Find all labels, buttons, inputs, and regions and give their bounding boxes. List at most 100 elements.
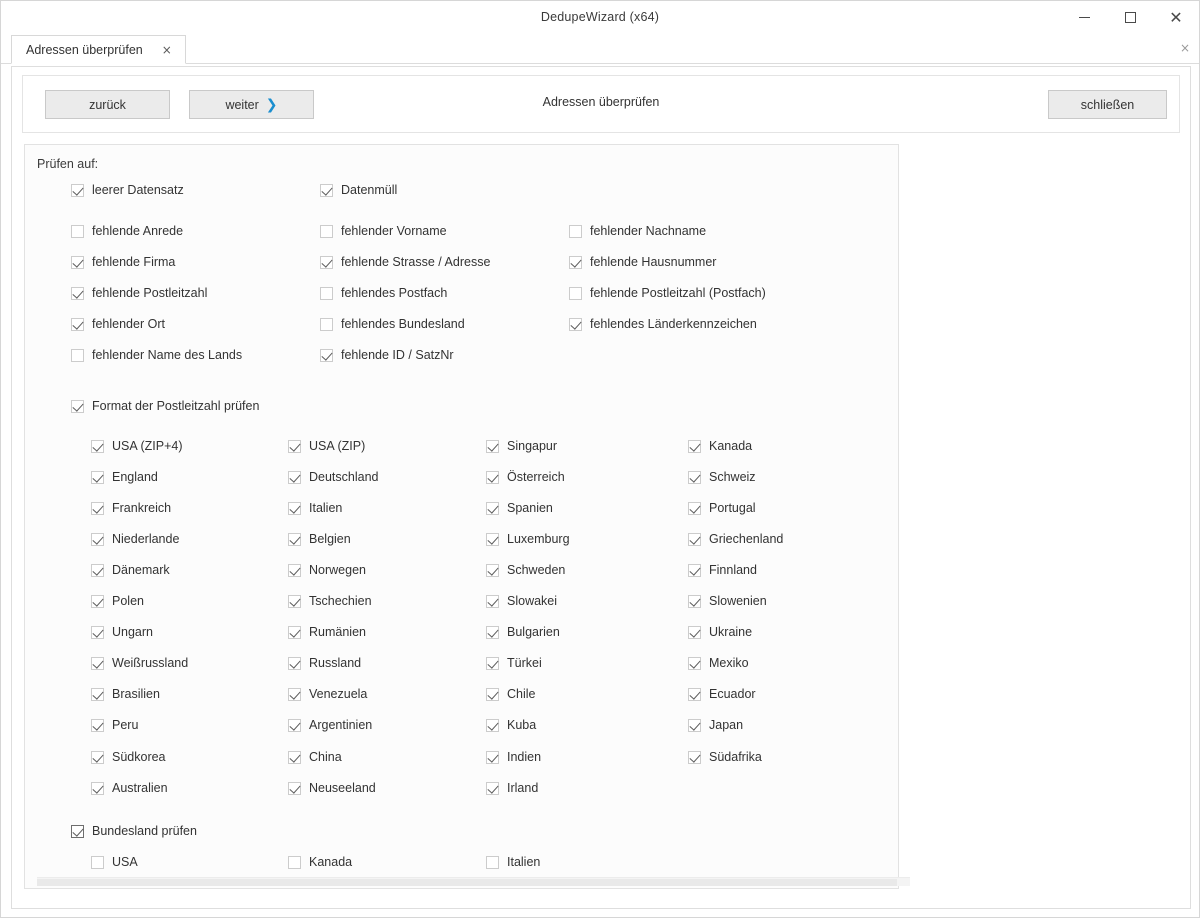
checkbox-usa-zip-4[interactable]: USA (ZIP+4): [91, 439, 183, 453]
checkbox-irland[interactable]: Irland: [486, 781, 538, 795]
tab-strip: Adressen überprüfen × ×: [1, 34, 1199, 64]
tab-close-icon[interactable]: ×: [159, 42, 175, 58]
checkbox-kuba[interactable]: Kuba: [486, 718, 536, 732]
checkmark-icon: [91, 532, 104, 546]
checkbox-bulgarien[interactable]: Bulgarien: [486, 625, 560, 639]
checkbox-label: USA (ZIP+4): [112, 439, 183, 453]
checkmark-icon: [486, 625, 499, 639]
checkbox-polen[interactable]: Polen: [91, 594, 144, 608]
checkbox-kanada[interactable]: Kanada: [288, 855, 352, 869]
checkbox-singapur[interactable]: Singapur: [486, 439, 557, 453]
checkbox-oesterreich[interactable]: Österreich: [486, 470, 565, 484]
checkbox-tuerkei[interactable]: Türkei: [486, 656, 542, 670]
maximize-button[interactable]: [1107, 1, 1153, 34]
checkbox-china[interactable]: China: [288, 750, 342, 764]
checkbox-usa[interactable]: USA: [91, 855, 138, 869]
checkbox-luxemburg[interactable]: Luxemburg: [486, 532, 570, 546]
checkbox-japan[interactable]: Japan: [688, 718, 743, 732]
checkmark-icon: [688, 501, 701, 515]
checkmark-icon: [71, 399, 84, 413]
checkbox-datenmuell[interactable]: Datenmüll: [320, 183, 397, 197]
checkbox-usa-zip[interactable]: USA (ZIP): [288, 439, 365, 453]
checkbox-chile[interactable]: Chile: [486, 687, 536, 701]
checkbox-weissrussland[interactable]: Weißrussland: [91, 656, 188, 670]
checkbox-norwegen[interactable]: Norwegen: [288, 563, 366, 577]
checkbox-brasilien[interactable]: Brasilien: [91, 687, 160, 701]
checkbox-label: fehlender Ort: [92, 317, 165, 331]
checkmark-icon: [288, 532, 301, 546]
maximize-icon: [1124, 12, 1136, 23]
checkbox-schweiz[interactable]: Schweiz: [688, 470, 756, 484]
checkbox-fehlender-vorname[interactable]: fehlender Vorname: [320, 224, 447, 238]
checkbox-label: Finnland: [709, 563, 757, 577]
checkbox-label: Kuba: [507, 718, 537, 732]
title-bar: DedupeWizard (x64) ✕: [1, 1, 1199, 34]
checkbox-griechenland[interactable]: Griechenland: [688, 532, 783, 546]
checkbox-kanada[interactable]: Kanada: [688, 439, 752, 453]
checkbox-portugal[interactable]: Portugal: [688, 501, 756, 515]
checkbox-fehlende-anrede[interactable]: fehlende Anrede: [71, 224, 183, 238]
checkbox-fehlende-strasse-adresse[interactable]: fehlende Strasse / Adresse: [320, 255, 490, 269]
checkbox-slowakei[interactable]: Slowakei: [486, 594, 557, 608]
checkbox-fehlender-nachname[interactable]: fehlender Nachname: [569, 224, 706, 238]
checkbox-ungarn[interactable]: Ungarn: [91, 625, 153, 639]
window-close-button[interactable]: ✕: [1153, 1, 1199, 34]
checkmark-icon: [688, 470, 701, 484]
checkbox-belgien[interactable]: Belgien: [288, 532, 351, 546]
checkbox-peru[interactable]: Peru: [91, 718, 138, 732]
scrollbar-thumb[interactable]: [37, 879, 897, 886]
checkbox-label: England: [112, 470, 158, 484]
checkbox-tschechien[interactable]: Tschechien: [288, 594, 372, 608]
checkbox-fehlender-ort[interactable]: fehlender Ort: [71, 317, 165, 331]
checkbox-argentinien[interactable]: Argentinien: [288, 718, 372, 732]
checkbox-indien[interactable]: Indien: [486, 750, 541, 764]
checkmark-icon: [688, 656, 701, 670]
checkbox-neuseeland[interactable]: Neuseeland: [288, 781, 376, 795]
tabstrip-close-icon[interactable]: ×: [1180, 42, 1190, 54]
checkbox-label: fehlende Postleitzahl: [92, 286, 208, 300]
checkmark-icon: [288, 470, 301, 484]
checkbox-format-der-postleitzahl-pruefen[interactable]: Format der Postleitzahl prüfen: [71, 399, 259, 413]
checkbox-slowenien[interactable]: Slowenien: [688, 594, 767, 608]
checkmark-icon: [91, 439, 104, 453]
checkbox-fehlendes-postfach[interactable]: fehlendes Postfach: [320, 286, 447, 300]
checkbox-frankreich[interactable]: Frankreich: [91, 501, 171, 515]
checkbox-fehlende-postleitzahl-postfach[interactable]: fehlende Postleitzahl (Postfach): [569, 286, 766, 300]
checkmark-icon: [486, 656, 499, 670]
checkbox-niederlande[interactable]: Niederlande: [91, 532, 179, 546]
checkbox-fehlende-id-satznr[interactable]: fehlende ID / SatzNr: [320, 348, 454, 362]
close-wizard-button[interactable]: schließen: [1048, 90, 1167, 119]
checkbox-spanien[interactable]: Spanien: [486, 501, 553, 515]
checkmark-icon: [71, 255, 84, 269]
checkbox-fehlendes-bundesland[interactable]: fehlendes Bundesland: [320, 317, 465, 331]
checkbox-ecuador[interactable]: Ecuador: [688, 687, 756, 701]
checkbox-fehlendes-laenderkennzeichen[interactable]: fehlendes Länderkennzeichen: [569, 317, 757, 331]
tab-adressen-ueberpruefen[interactable]: Adressen überprüfen ×: [11, 35, 186, 64]
checkbox-venezuela[interactable]: Venezuela: [288, 687, 367, 701]
checkbox-fehlende-postleitzahl[interactable]: fehlende Postleitzahl: [71, 286, 207, 300]
checkbox-leerer-datensatz[interactable]: leerer Datensatz: [71, 183, 184, 197]
checkbox-schweden[interactable]: Schweden: [486, 563, 565, 577]
checkbox-fehlender-name-des-lands[interactable]: fehlender Name des Lands: [71, 348, 242, 362]
checkbox-suedafrika[interactable]: Südafrika: [688, 750, 762, 764]
checkbox-deutschland[interactable]: Deutschland: [288, 470, 379, 484]
checkbox-fehlende-hausnummer[interactable]: fehlende Hausnummer: [569, 255, 716, 269]
checkbox-bundesland-pruefen[interactable]: Bundesland prüfen: [71, 824, 197, 838]
minimize-button[interactable]: [1061, 1, 1107, 34]
checkbox-finnland[interactable]: Finnland: [688, 563, 757, 577]
checkmark-icon: [688, 563, 701, 577]
horizontal-scrollbar[interactable]: [37, 877, 910, 886]
checkmark-icon: [486, 439, 499, 453]
checkbox-rumaenien[interactable]: Rumänien: [288, 625, 366, 639]
checkbox-italien[interactable]: Italien: [486, 855, 540, 869]
checkbox-suedkorea[interactable]: Südkorea: [91, 750, 166, 764]
checkbox-italien[interactable]: Italien: [288, 501, 342, 515]
checkbox-fehlende-firma[interactable]: fehlende Firma: [71, 255, 175, 269]
checkbox-daenemark[interactable]: Dänemark: [91, 563, 170, 577]
checkbox-ukraine[interactable]: Ukraine: [688, 625, 752, 639]
checkbox-russland[interactable]: Russland: [288, 656, 361, 670]
checkbox-australien[interactable]: Australien: [91, 781, 168, 795]
checkbox-mexiko[interactable]: Mexiko: [688, 656, 749, 670]
checkbox-england[interactable]: England: [91, 470, 158, 484]
checkmark-icon: [688, 687, 701, 701]
